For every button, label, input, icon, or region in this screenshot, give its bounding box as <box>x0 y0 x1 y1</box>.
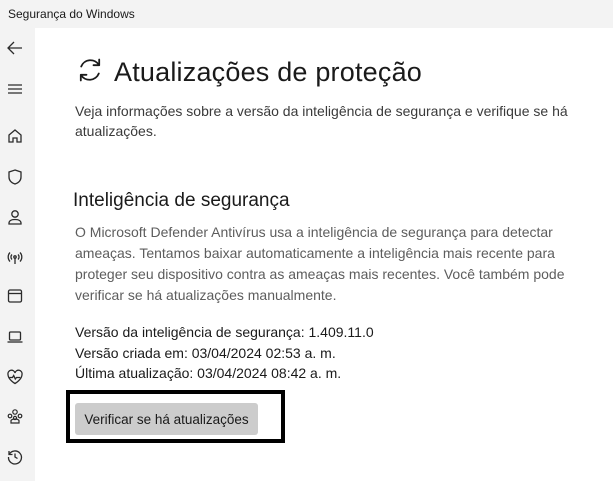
hamburger-menu-icon[interactable] <box>4 78 26 100</box>
check-for-updates-button[interactable]: Verificar se há atualizações <box>75 403 258 435</box>
wifi-antenna-icon[interactable] <box>4 246 26 268</box>
page-description: Veja informações sobre a versão da intel… <box>75 103 568 139</box>
title-bar: Segurança do Windows <box>0 0 613 28</box>
last-update-date: Última atualização: 03/04/2024 08:42 a. … <box>75 365 342 381</box>
main-content: Atualizações de proteção Veja informaçõe… <box>35 28 613 481</box>
person-icon[interactable] <box>4 206 26 228</box>
page-title: Atualizações de proteção <box>114 56 422 87</box>
family-icon[interactable] <box>4 405 26 427</box>
sidebar-nav <box>0 28 35 481</box>
security-intelligence-version: Versão da inteligência de segurança: 1.4… <box>75 324 374 340</box>
refresh-icon <box>75 55 105 90</box>
update-info: Versão da inteligência de segurança: 1.4… <box>75 322 374 384</box>
heart-pulse-icon[interactable] <box>4 366 26 388</box>
window-title: Segurança do Windows <box>8 7 135 21</box>
home-icon[interactable] <box>4 125 26 147</box>
section-title: Inteligência de segurança <box>73 190 290 211</box>
page-header: Atualizações de proteção <box>75 52 422 92</box>
app-browser-icon[interactable] <box>4 285 26 307</box>
history-icon[interactable] <box>4 446 26 468</box>
laptop-icon[interactable] <box>4 326 26 348</box>
section-description: O Microsoft Defender Antivírus usa a int… <box>75 224 565 303</box>
back-arrow-icon[interactable] <box>4 37 26 59</box>
shield-icon[interactable] <box>4 166 26 188</box>
version-created-date: Versão criada em: 03/04/2024 02:53 a. m. <box>75 344 336 361</box>
